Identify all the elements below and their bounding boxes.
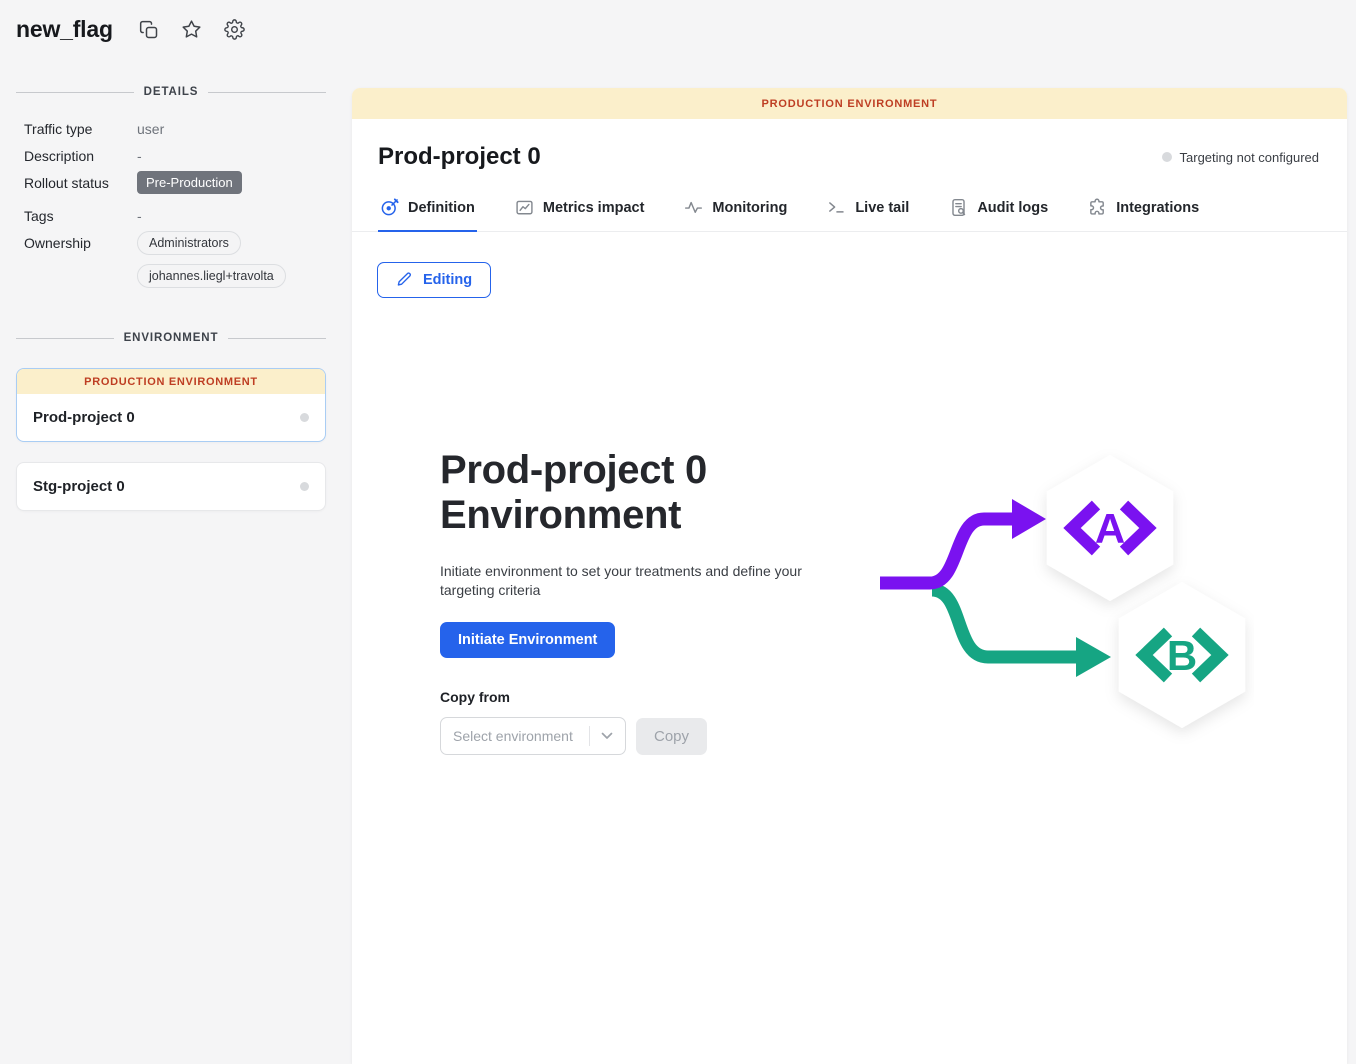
pencil-icon: [396, 271, 413, 288]
tab-definition[interactable]: Definition: [378, 188, 477, 232]
star-button[interactable]: [181, 19, 203, 41]
status-label: Targeting not configured: [1180, 150, 1319, 165]
hexagon-a: A: [1047, 455, 1173, 601]
environment-section-header: ENVIRONMENT: [16, 332, 326, 344]
details-heading: DETAILS: [144, 86, 199, 98]
integrations-icon: [1088, 198, 1107, 217]
detail-label: Rollout status: [24, 175, 137, 191]
environment-name: Prod-project 0: [33, 409, 135, 426]
initiate-environment-button[interactable]: Initiate Environment: [440, 622, 615, 658]
tab-live-tail[interactable]: Live tail: [825, 188, 911, 232]
sidebar: DETAILS Traffic type user Description - …: [16, 86, 326, 511]
tab-metrics-impact[interactable]: Metrics impact: [513, 188, 647, 232]
environment-panel: PRODUCTION ENVIRONMENT Prod-project 0 Ta…: [352, 88, 1347, 1064]
audit-logs-icon: [949, 198, 968, 217]
divider: [16, 338, 114, 339]
detail-value: -: [137, 148, 142, 164]
hero-title: Prod-project 0 Environment: [440, 448, 780, 538]
star-icon: [181, 19, 202, 40]
details-rows: Traffic type user Description - Rollout …: [16, 121, 326, 288]
definition-icon: [380, 198, 399, 217]
tab-label: Live tail: [855, 200, 909, 216]
details-section-header: DETAILS: [16, 86, 326, 98]
environment-hero: Prod-project 0 Environment Initiate envi…: [440, 448, 840, 755]
detail-label: Tags: [24, 208, 137, 224]
divider: [16, 92, 134, 93]
detail-label: Ownership: [24, 235, 137, 251]
detail-row-traffic-type: Traffic type user: [16, 121, 326, 137]
tab-label: Definition: [408, 200, 475, 216]
panel-header: Prod-project 0 Targeting not configured: [352, 119, 1347, 171]
detail-row-ownership: Ownership Administrators johannes.liegl+…: [16, 235, 326, 288]
editing-button[interactable]: Editing: [377, 262, 491, 298]
detail-row-tags: Tags -: [16, 208, 326, 224]
environment-title: Prod-project 0: [378, 143, 541, 171]
production-environment-banner: PRODUCTION ENVIRONMENT: [352, 88, 1347, 119]
environment-card-stg[interactable]: Stg-project 0: [16, 462, 326, 511]
tab-audit-logs[interactable]: Audit logs: [947, 188, 1050, 232]
owner-pill[interactable]: johannes.liegl+travolta: [137, 264, 286, 288]
owner-pill[interactable]: Administrators: [137, 231, 241, 255]
detail-row-description: Description -: [16, 148, 326, 164]
rollout-status-badge: Pre-Production: [137, 171, 242, 194]
live-tail-icon: [827, 198, 846, 217]
ab-split-illustration: A B: [874, 443, 1254, 753]
gear-icon: [224, 19, 245, 40]
teal-branch: [932, 590, 1111, 677]
tab-integrations[interactable]: Integrations: [1086, 188, 1201, 232]
app-root: new_flag DETAILS Traffic type user Descr…: [0, 0, 1356, 1064]
environment-name: Stg-project 0: [33, 478, 125, 495]
monitoring-icon: [684, 198, 703, 217]
detail-value: -: [137, 208, 142, 224]
tab-monitoring[interactable]: Monitoring: [682, 188, 789, 232]
flag-name: new_flag: [16, 16, 113, 43]
variant-b-letter: B: [1167, 632, 1197, 679]
tab-label: Metrics impact: [543, 200, 645, 216]
chevron-down-icon: [590, 732, 625, 740]
hexagon-b: B: [1119, 582, 1245, 728]
environment-tabs: Definition Metrics impact Monitoring Liv…: [352, 188, 1347, 232]
detail-label: Traffic type: [24, 121, 137, 137]
select-placeholder: Select environment: [441, 728, 589, 744]
environment-card-body: Prod-project 0: [17, 394, 325, 441]
ownership-pills: Administrators johannes.liegl+travolta: [137, 231, 286, 288]
copy-flag-button[interactable]: [138, 19, 160, 41]
flag-header: new_flag: [16, 16, 246, 43]
copy-icon: [139, 20, 159, 40]
environment-card-prod[interactable]: PRODUCTION ENVIRONMENT Prod-project 0: [16, 368, 326, 442]
copy-from-label: Copy from: [440, 689, 840, 705]
settings-button[interactable]: [224, 19, 246, 41]
metrics-icon: [515, 198, 534, 217]
purple-branch: [880, 499, 1046, 583]
environment-heading: ENVIRONMENT: [124, 332, 219, 344]
tab-label: Monitoring: [712, 200, 787, 216]
status-dot: [1162, 152, 1172, 162]
detail-value: user: [137, 121, 164, 137]
environment-card-body: Stg-project 0: [17, 463, 325, 510]
divider: [208, 92, 326, 93]
tab-label: Integrations: [1116, 200, 1199, 216]
editing-label: Editing: [423, 272, 472, 288]
production-environment-label: PRODUCTION ENVIRONMENT: [17, 369, 325, 394]
copy-from-select[interactable]: Select environment: [440, 717, 626, 755]
copy-from-row: Select environment Copy: [440, 717, 840, 755]
variant-a-letter: A: [1095, 505, 1125, 552]
targeting-status: Targeting not configured: [1162, 150, 1319, 165]
detail-label: Description: [24, 148, 137, 164]
tab-label: Audit logs: [977, 200, 1048, 216]
copy-button[interactable]: Copy: [636, 718, 707, 755]
divider: [228, 338, 326, 339]
environment-status-dot: [300, 413, 309, 422]
hero-description: Initiate environment to set your treatme…: [440, 562, 808, 599]
detail-row-rollout-status: Rollout status Pre-Production: [16, 175, 326, 194]
environment-status-dot: [300, 482, 309, 491]
